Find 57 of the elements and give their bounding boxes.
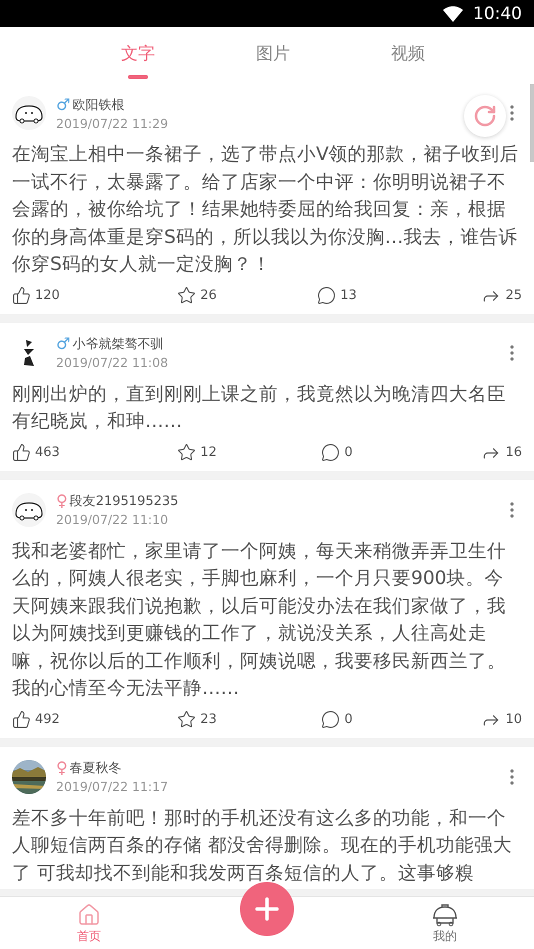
star-icon: [177, 710, 196, 729]
thumbs-up-icon: [12, 286, 31, 305]
post-time: 2019/07/22 11:08: [56, 355, 168, 370]
dome-icon: [431, 903, 459, 927]
avatar: [12, 492, 46, 526]
more-icon: [510, 105, 514, 121]
favorite-button[interactable]: 23: [152, 710, 242, 729]
comment-icon: [321, 443, 340, 462]
post-text: 我和老婆都忙，家里请了一个阿姨，每天来稍微弄弄卫生什么的，阿姨人很老实，手脚也麻利，一个月只要900块。今天阿姨来跟我们说抱歉，以后可能没办法在我们家做了，我以为阿姨找到更赚钱的工作了，就说没关系，人往高处走嘛，祝你以后的工作顺利，阿姨说嗯，我要移民新西兰了。我的心情至今无法平静……: [12, 540, 507, 701]
share-button[interactable]: 10: [432, 710, 522, 730]
author-name: 小爷就桀骜不驯: [72, 336, 164, 353]
share-button[interactable]: 16: [432, 442, 522, 462]
tab[interactable]: 图片: [206, 27, 340, 83]
comment-icon: [321, 710, 340, 729]
comment-icon: [317, 286, 336, 305]
comment-button[interactable]: 13: [292, 286, 382, 305]
wifi-icon: [443, 6, 463, 22]
post-text: 刚刚出炉的，直到刚刚上课之前，我竟然以为晚清四大名臣有纪晓岚，和珅……: [12, 382, 507, 434]
avatar: [24, 340, 34, 366]
thumbs-up-icon: [12, 710, 31, 729]
post-time: 2019/07/22 11:29: [56, 116, 168, 130]
favorite-button[interactable]: 12: [152, 443, 242, 462]
favorite-button[interactable]: 26: [152, 286, 242, 305]
star-icon: [177, 443, 196, 462]
more-button[interactable]: [510, 502, 514, 518]
post-text: 差不多十年前吧！那时的手机还没有这么多的功能，和一个人聊短信两百条的存储 都没舍得删除。现在的手机功能强大了 可我却找不到能和我发两百条短信的人了。这事够糗: [12, 806, 513, 886]
more-button[interactable]: [510, 344, 514, 360]
like-button[interactable]: 463: [12, 443, 102, 462]
nav-item[interactable]: 我的: [356, 897, 534, 949]
more-icon: [510, 502, 514, 518]
share-button[interactable]: 25: [432, 286, 522, 306]
author-name: 欧阳铁根: [72, 96, 124, 114]
comment-button[interactable]: 0: [292, 710, 382, 729]
gender-symbol: ♂: [56, 336, 70, 352]
author-name: 春夏秋冬: [70, 760, 122, 777]
author-name: 段友2195195235: [70, 493, 178, 510]
tab[interactable]: 视频: [340, 27, 476, 83]
gender-symbol: ♀: [56, 760, 68, 776]
clock: 10:40: [473, 4, 522, 24]
like-button[interactable]: 492: [12, 710, 102, 729]
refresh-icon: [473, 104, 497, 128]
comment-button[interactable]: 0: [292, 443, 382, 462]
post-text: 在淘宝上相中一条裙子，选了带点小V领的那款，裙子收到后一试不行，太暴露了。给了店家一个中评：你明明说裙子不会露的，被你给坑了！结果她特委屈的给我回复：亲，根据你的身高体重是穿S码的，所以我以为你没胸…我去，谁告诉你穿S码的女人就一定没胸？！: [12, 143, 520, 277]
add-button[interactable]: [240, 882, 294, 936]
post-time: 2019/07/22 11:17: [56, 779, 168, 794]
more-button[interactable]: [510, 105, 514, 121]
more-button[interactable]: [510, 768, 514, 784]
post-time: 2019/07/22 11:10: [56, 512, 170, 527]
more-icon: [510, 768, 514, 784]
gender-symbol: ♂: [56, 96, 70, 112]
gender-symbol: ♀: [56, 493, 68, 509]
like-button[interactable]: 120: [12, 286, 102, 305]
star-icon: [177, 286, 196, 305]
more-icon: [510, 344, 514, 360]
thumbs-up-icon: [12, 443, 31, 462]
avatar: [12, 96, 46, 130]
home-icon: [77, 903, 101, 927]
